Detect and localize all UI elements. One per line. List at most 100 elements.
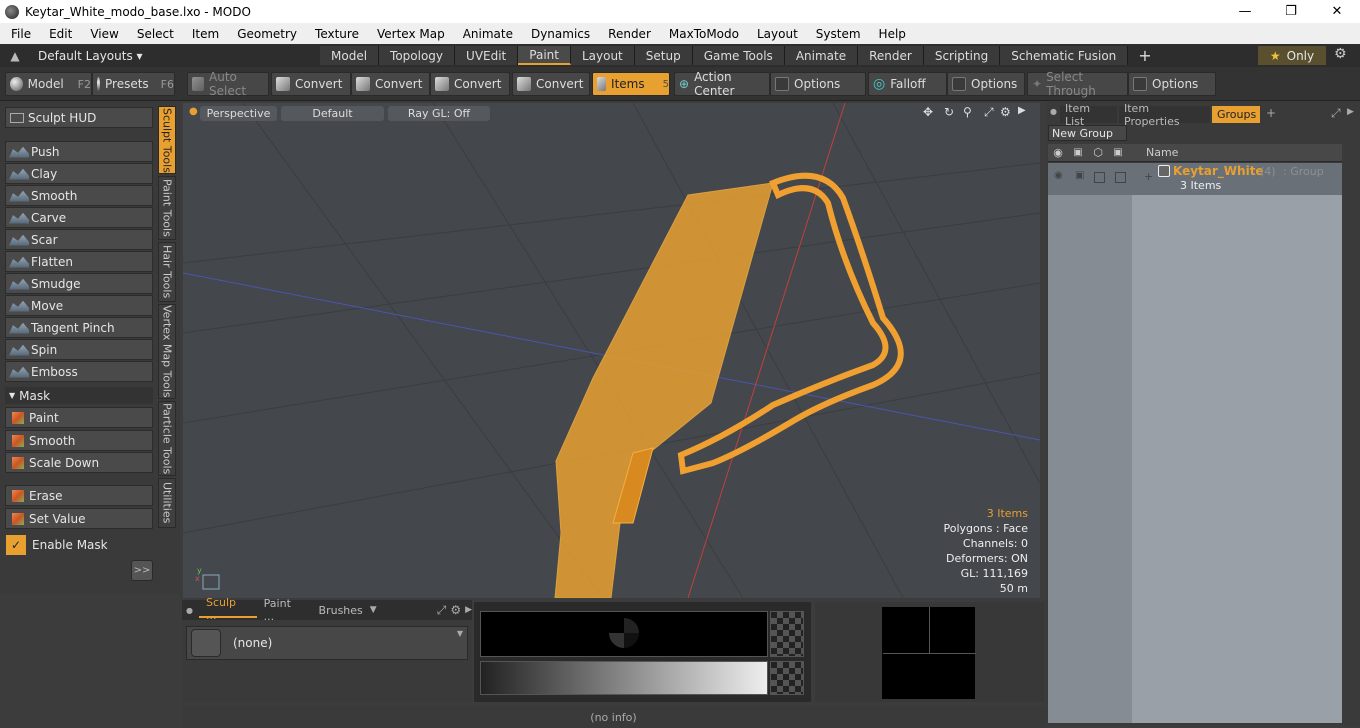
set-value-button[interactable]: Set Value (5, 508, 153, 529)
viewport-menu-icon[interactable]: ● (189, 106, 198, 117)
add-tab-button[interactable]: + (1128, 46, 1161, 65)
group-lock-icon[interactable]: ▣ (1075, 170, 1084, 181)
menu-maxtomodo[interactable]: MaxToModo (658, 27, 746, 41)
shading-dropdown[interactable]: Default (281, 106, 384, 121)
menu-render[interactable]: Render (597, 27, 658, 41)
panel-menu-icon[interactable]: ● (1050, 107, 1057, 116)
preset-selector[interactable]: (none) ▼ (186, 626, 468, 660)
close-button[interactable]: ✕ (1314, 0, 1360, 23)
chevron-down-icon[interactable]: ▼ (370, 605, 377, 615)
menu-layout[interactable]: Layout (746, 27, 805, 41)
tab-schematic-fusion[interactable]: Schematic Fusion (1000, 46, 1129, 65)
select-icon[interactable]: ▣ (1108, 147, 1128, 158)
expand-button[interactable]: >> (131, 560, 153, 581)
tab-paint[interactable]: Paint (518, 46, 571, 65)
only-toggle[interactable]: ★ Only (1258, 46, 1326, 65)
keytar-mesh[interactable] (554, 172, 904, 598)
vtab-sculpt-tools[interactable]: Sculpt Tools (158, 106, 176, 174)
falloff-options-button[interactable]: Options (947, 72, 1025, 96)
tab-model[interactable]: Model (320, 46, 380, 65)
expand-plus-icon[interactable]: + (1144, 170, 1153, 183)
visibility-eye-icon[interactable]: ◉ (1054, 170, 1063, 181)
vtab-utilities[interactable]: Utilities (158, 478, 176, 528)
tab-brushes[interactable]: Brushes (312, 602, 370, 618)
menu-edit[interactable]: Edit (38, 27, 79, 41)
rotate-icon[interactable]: ↻ (944, 105, 954, 119)
mask-section-header[interactable]: ▼ Mask (5, 387, 153, 404)
vtab-hair-tools[interactable]: Hair Tools (158, 242, 176, 302)
tool-carve[interactable]: Carve (5, 207, 153, 228)
sculpt-hud-button[interactable]: Sculpt HUD (5, 107, 153, 128)
enable-mask-toggle[interactable]: ✓ Enable Mask (6, 534, 154, 555)
render-checkbox[interactable] (1094, 172, 1105, 183)
mask-paint-button[interactable]: Paint (5, 407, 153, 428)
panel-arrow-icon[interactable]: ▶ (465, 605, 472, 615)
tab-groups[interactable]: Groups (1212, 106, 1260, 123)
lock-icon[interactable]: ▣ (1068, 147, 1088, 158)
tool-scar[interactable]: Scar (5, 229, 153, 250)
tab-paint-brush[interactable]: Paint ... (257, 597, 312, 623)
menu-item[interactable]: Item (181, 27, 226, 41)
tool-tangent-pinch[interactable]: Tangent Pinch (5, 317, 153, 338)
viewport-arrow-icon[interactable]: ▶ (1018, 105, 1026, 116)
vtab-vertex-map-tools[interactable]: Vertex Map Tools (158, 304, 176, 399)
eye-icon[interactable]: ◉ (1048, 146, 1068, 159)
menu-dynamics[interactable]: Dynamics (520, 27, 597, 41)
panel-menu-icon[interactable]: ● (186, 606, 193, 615)
presets-button[interactable]: Presets F6 (92, 72, 175, 96)
tab-item-list[interactable]: Item List (1060, 102, 1117, 128)
color-swatch-grid[interactable] (882, 607, 976, 699)
viewport-gear-icon[interactable]: ⚙ (1000, 105, 1011, 119)
group-row[interactable]: ◉ ▣ + Keytar_White (4) : Group 3 Items (1048, 163, 1342, 195)
model-button[interactable]: Model F2 (5, 72, 92, 96)
select-checkbox[interactable] (1115, 172, 1126, 183)
tool-smooth[interactable]: Smooth (5, 185, 153, 206)
convert-materials-button[interactable]: Convert (512, 72, 590, 96)
brush-alpha-checker[interactable] (770, 611, 804, 657)
menu-system[interactable]: System (805, 27, 868, 41)
tool-push[interactable]: Push (5, 141, 153, 162)
vertical-scrollbar[interactable] (1343, 144, 1358, 723)
tool-emboss[interactable]: Emboss (5, 361, 153, 382)
menu-texture[interactable]: Texture (304, 27, 366, 41)
erase-button[interactable]: Erase (5, 485, 153, 506)
action-center-button[interactable]: ⊕ Action Center (674, 70, 770, 98)
maximize-button[interactable]: ❐ (1268, 0, 1314, 23)
render-icon[interactable]: ⬡ (1088, 146, 1108, 159)
tool-spin[interactable]: Spin (5, 339, 153, 360)
items-mode-button[interactable]: Items 5 (592, 72, 670, 96)
tab-layout[interactable]: Layout (570, 46, 635, 65)
maximize-viewport-icon[interactable]: ⤢ (984, 105, 994, 120)
gear-icon[interactable]: ⚙ (1334, 46, 1347, 62)
convert-edges-button[interactable]: Convert (351, 72, 430, 96)
tab-item-properties[interactable]: Item Properties (1119, 102, 1210, 128)
pan-icon[interactable]: ✥ (923, 105, 933, 119)
tab-sculpt[interactable]: Sculp ... (198, 596, 257, 622)
view-type-dropdown[interactable]: Perspective (200, 106, 277, 121)
tab-render[interactable]: Render (858, 46, 924, 65)
tool-move[interactable]: Move (5, 295, 153, 316)
new-group-button[interactable]: New Group (1048, 125, 1127, 141)
tab-setup[interactable]: Setup (634, 46, 693, 65)
expand-icon[interactable]: ⤢ (437, 603, 447, 618)
menu-vertex-map[interactable]: Vertex Map (366, 27, 452, 41)
convert-vertices-button[interactable]: Convert (271, 72, 351, 96)
convert-polygons-button[interactable]: Convert (430, 72, 510, 96)
zoom-icon[interactable]: ⚲ (963, 105, 972, 119)
select-through-button[interactable]: ✦ Select Through (1027, 70, 1128, 98)
minimize-button[interactable]: — (1222, 0, 1268, 23)
tool-clay[interactable]: Clay (5, 163, 153, 184)
tab-topology[interactable]: Topology (379, 46, 456, 65)
menu-geometry[interactable]: Geometry (226, 27, 304, 41)
raygl-toggle[interactable]: Ray GL: Off (388, 106, 490, 121)
tab-animate[interactable]: Animate (784, 46, 859, 65)
action-center-options-button[interactable]: Options (770, 72, 866, 96)
panel-gear-icon[interactable]: ⚙ (450, 603, 461, 617)
tab-uvedit[interactable]: UVEdit (455, 46, 519, 65)
tab-game-tools[interactable]: Game Tools (692, 46, 785, 65)
menu-animate[interactable]: Animate (452, 27, 520, 41)
menu-select[interactable]: Select (126, 27, 181, 41)
select-options-button[interactable]: Options (1128, 72, 1216, 96)
pin-icon[interactable]: ▲ (0, 49, 30, 63)
mask-smooth-button[interactable]: Smooth (5, 430, 153, 451)
